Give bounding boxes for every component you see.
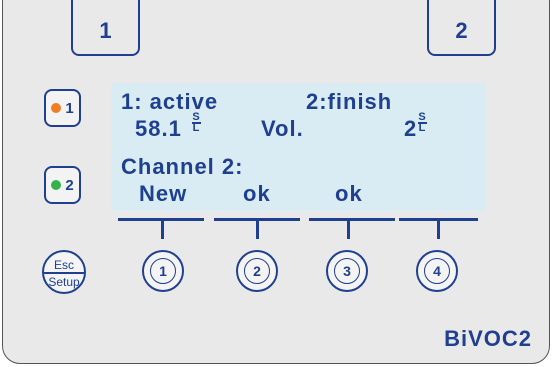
channel-1-button-label: 1	[65, 99, 74, 117]
softkey-3-stem	[347, 219, 350, 239]
softkey-4-button[interactable]: 4	[416, 250, 458, 292]
lcd-unit-1-bottom: L	[192, 121, 200, 134]
softkey-3-button[interactable]: 3	[326, 250, 368, 292]
softkey-2-button[interactable]: 2	[236, 250, 278, 292]
esc-label: Esc	[53, 258, 74, 272]
setup-label: Setup	[48, 275, 80, 289]
channel-1-led-icon	[51, 103, 62, 113]
lcd-status-right: 2:finish	[306, 89, 393, 114]
softkey-3-bracket	[309, 218, 395, 221]
softkey-4-label: 4	[433, 263, 441, 279]
lcd-mid-label: Vol.	[261, 116, 304, 141]
esc-setup-button[interactable]: Esc Setup	[42, 250, 86, 294]
softkey-1-button[interactable]: 1	[142, 250, 184, 292]
channel-2-led-icon	[51, 180, 62, 190]
lcd-channel-line: Channel 2:	[121, 154, 244, 179]
softkey-3-label: 3	[343, 263, 351, 279]
softkey-1-stem	[161, 219, 164, 239]
lcd-unit-2-bottom: L	[418, 121, 426, 134]
lcd-value-2: 2	[404, 116, 418, 141]
channel-tab-1-label: 1	[99, 18, 112, 43]
channel-tab-2-label: 2	[455, 18, 468, 43]
channel-tab-1[interactable]: 1	[71, 0, 140, 56]
lcd-softlabel-1: New	[139, 181, 188, 206]
channel-tab-2[interactable]: 2	[427, 0, 496, 56]
channel-1-button[interactable]: 1	[44, 89, 81, 127]
lcd-unit-1-top: S	[192, 111, 200, 123]
softkey-2-stem	[256, 219, 259, 239]
lcd-display: 1: active 2:finish 58.1 S L Vol. 2 S L C…	[111, 83, 486, 211]
lcd-unit-1: S L	[191, 111, 201, 134]
lcd-value-1: 58.1	[135, 116, 182, 141]
channel-2-button[interactable]: 2	[44, 166, 81, 204]
lcd-softlabel-3: ok	[335, 181, 363, 206]
channel-2-button-label: 2	[65, 176, 74, 194]
esc-divider	[44, 272, 84, 274]
brand-logo: BiVOC2	[444, 326, 532, 351]
softkey-2-label: 2	[253, 263, 261, 279]
lcd-unit-2-top: S	[418, 111, 426, 123]
lcd-softlabel-2: ok	[243, 181, 271, 206]
softkey-4-stem	[437, 219, 440, 239]
lcd-unit-2: S L	[417, 111, 427, 134]
softkey-1-label: 1	[159, 263, 167, 279]
lcd-status-left: 1: active	[121, 89, 219, 114]
